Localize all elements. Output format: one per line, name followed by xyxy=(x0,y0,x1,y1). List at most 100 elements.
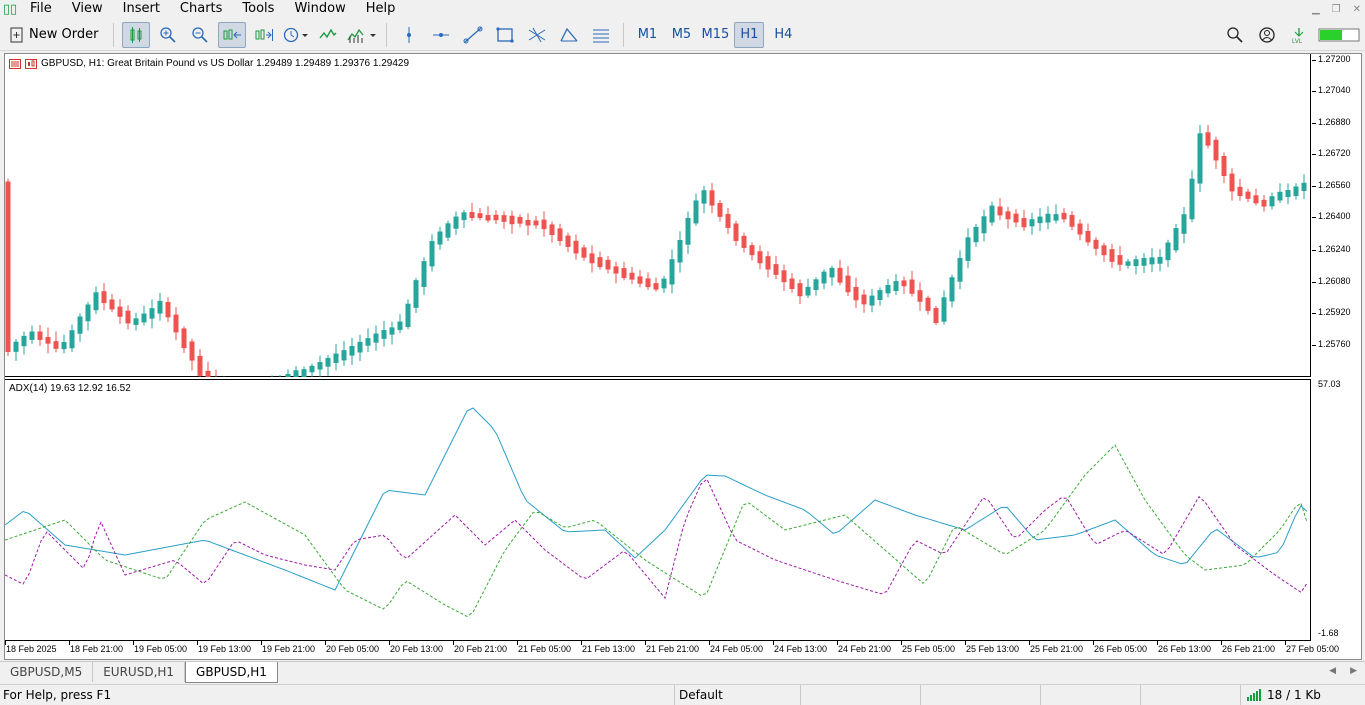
adx-indicator-pane[interactable]: ADX(14) 19.63 12.92 16.52 xyxy=(5,379,1311,641)
tab-gbpusd-m5[interactable]: GBPUSD,M5 xyxy=(0,662,94,682)
candle-body xyxy=(1181,214,1187,234)
timeframe-m1-button[interactable]: M1 xyxy=(632,22,662,48)
chart-window[interactable]: GBPUSD, H1: Great Britain Pound vs US Do… xyxy=(4,53,1362,660)
svg-text:LVL: LVL xyxy=(1292,39,1303,44)
candle-body xyxy=(669,259,675,285)
indicators-button[interactable] xyxy=(314,22,342,48)
chart-shift-button[interactable] xyxy=(250,22,278,48)
menu-insert[interactable]: Insert xyxy=(113,0,170,18)
price-axis[interactable]: 1.27200 1.27040 1.26880 1.26720 1.26560 1.264… xyxy=(1312,54,1362,377)
zoom-in-button[interactable] xyxy=(154,22,182,48)
candle-body xyxy=(1149,257,1155,265)
horizontal-line-icon xyxy=(433,32,450,37)
chevron-right-icon[interactable]: ▶ xyxy=(1350,666,1357,676)
periods-button[interactable] xyxy=(282,22,310,48)
menu-file[interactable]: File xyxy=(20,0,62,18)
candle-body xyxy=(197,355,203,376)
search-button[interactable] xyxy=(1221,22,1249,48)
tab-gbpusd-h1[interactable]: GBPUSD,H1 xyxy=(185,662,278,683)
timeframe-m15-button[interactable]: M15 xyxy=(700,22,730,48)
candle-body xyxy=(717,203,723,217)
price-axis-tick xyxy=(1312,91,1316,92)
candle-body xyxy=(917,290,923,302)
candle-body xyxy=(829,267,835,278)
symbol-info-text: GBPUSD, H1: Great Britain Pound vs US Do… xyxy=(41,58,410,69)
time-axis-label: 21 Feb 21:00 xyxy=(646,644,700,654)
price-axis-tick xyxy=(1312,345,1316,346)
chevron-left-icon[interactable]: ◀ xyxy=(1329,666,1336,676)
candle-body xyxy=(909,279,915,294)
candle-body xyxy=(877,290,883,301)
candle-body xyxy=(941,297,947,322)
time-axis-label: 20 Feb 13:00 xyxy=(390,644,444,654)
app-logo-icon[interactable]: ▯▯ xyxy=(0,0,20,18)
restore-icon[interactable]: ❐ xyxy=(1332,4,1341,15)
candle-body xyxy=(173,314,179,333)
candle-body xyxy=(997,206,1003,216)
time-axis[interactable]: 18 Feb 2025 18 Feb 21:00 19 Feb 05:00 19 Fe… xyxy=(5,641,1339,659)
candle-body xyxy=(813,279,819,291)
price-axis-tick xyxy=(1312,123,1316,124)
candle-body xyxy=(1269,196,1275,207)
fibonacci-button[interactable] xyxy=(523,22,551,48)
candle-body xyxy=(45,336,51,344)
candle-body xyxy=(541,219,547,230)
menu-window[interactable]: Window xyxy=(284,0,355,18)
status-profile[interactable]: Default xyxy=(674,684,800,705)
clock-icon xyxy=(284,27,309,42)
indicator-info-text: ADX(14) 19.63 12.92 16.52 xyxy=(9,383,131,394)
tab-eurusd-h1[interactable]: EURUSD,H1 xyxy=(93,662,186,682)
timeframe-m5-button[interactable]: M5 xyxy=(666,22,696,48)
candle-body xyxy=(525,219,531,226)
chart-type-icon[interactable] xyxy=(25,58,37,69)
candlestick-chart-button[interactable] xyxy=(122,21,151,48)
candle-body xyxy=(341,350,347,361)
candle-body xyxy=(549,224,555,236)
candle-body xyxy=(285,374,291,377)
menu-view[interactable]: View xyxy=(62,0,113,18)
menu-tools[interactable]: Tools xyxy=(232,0,284,18)
time-axis-tick xyxy=(517,641,518,645)
menu-help[interactable]: Help xyxy=(356,0,406,18)
pitchfork-button[interactable] xyxy=(555,22,583,48)
candle-body xyxy=(757,251,763,264)
account-button[interactable] xyxy=(1253,22,1281,48)
auto-scroll-button[interactable] xyxy=(218,21,247,48)
close-icon[interactable]: ✕ xyxy=(1353,4,1361,15)
plus-di-line xyxy=(5,444,1308,617)
adx-chart[interactable] xyxy=(5,380,1311,640)
templates-button[interactable] xyxy=(346,22,378,48)
candle-body xyxy=(933,307,939,323)
new-order-label: New Order xyxy=(29,27,99,42)
candle-body xyxy=(1301,182,1307,192)
candle-body xyxy=(461,212,467,221)
trend-line-button[interactable] xyxy=(459,22,487,48)
minimize-icon[interactable]: ▁ xyxy=(1312,4,1320,15)
time-axis-tick xyxy=(1285,641,1286,645)
status-connection[interactable]: 18 / 1 Kb xyxy=(1240,684,1365,705)
window-controls: ▁ ❐ ✕ xyxy=(1312,0,1361,18)
zoom-out-button[interactable] xyxy=(186,22,214,48)
candle-body xyxy=(789,278,795,289)
price-pane[interactable]: GBPUSD, H1: Great Britain Pound vs US Do… xyxy=(5,54,1311,377)
time-axis-label: 25 Feb 13:00 xyxy=(966,644,1020,654)
objects-list-button[interactable] xyxy=(587,22,615,48)
timeframe-h1-button[interactable]: H1 xyxy=(734,21,765,48)
vertical-line-button[interactable] xyxy=(395,22,423,48)
candle-body xyxy=(317,362,323,370)
new-order-button[interactable]: New Order xyxy=(2,22,105,48)
candle-body xyxy=(437,231,443,245)
menu-charts[interactable]: Charts xyxy=(170,0,233,18)
horizontal-line-button[interactable] xyxy=(427,22,455,48)
signal-level-button[interactable]: LVL xyxy=(1285,22,1313,48)
indicator-axis: 57.03 -1.68 xyxy=(1312,379,1362,641)
rectangle-button[interactable] xyxy=(491,22,519,48)
time-axis-tick xyxy=(581,641,582,645)
candlestick-chart[interactable] xyxy=(5,54,1311,377)
template-icon xyxy=(347,28,377,43)
candle-body xyxy=(149,308,155,319)
candle-body xyxy=(1045,213,1051,223)
timeframe-h4-button[interactable]: H4 xyxy=(768,22,798,48)
trade-list-icon[interactable] xyxy=(9,58,21,69)
candle-body xyxy=(1125,261,1131,266)
